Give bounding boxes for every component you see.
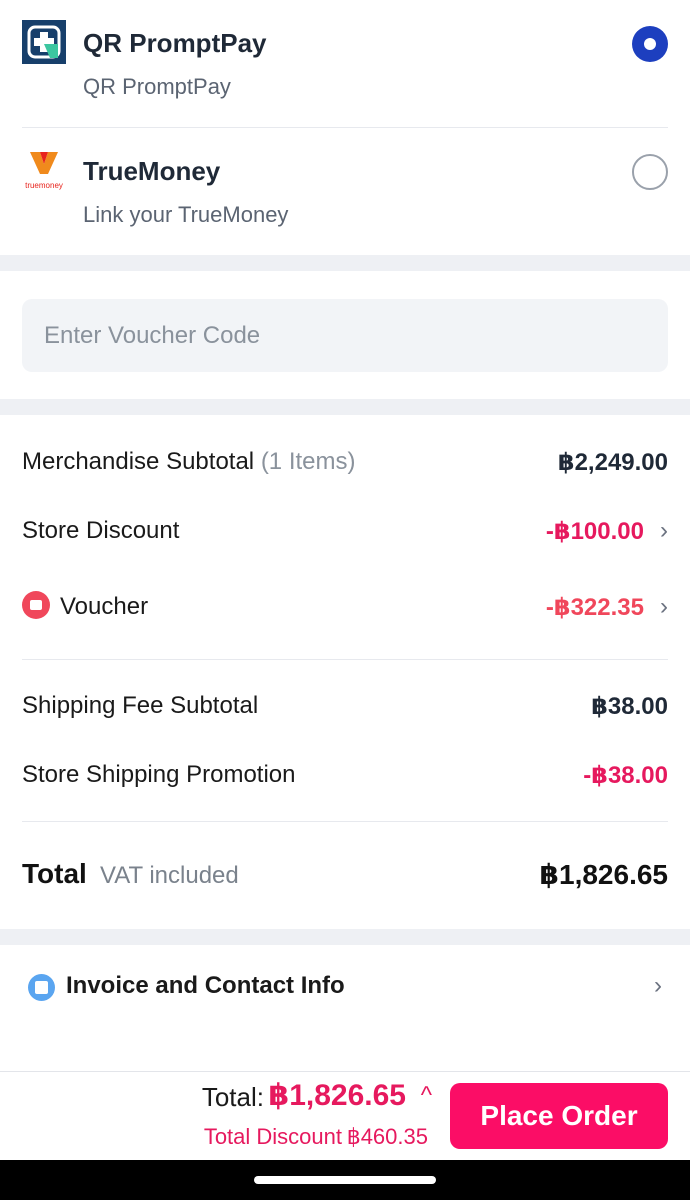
total-value: ฿1,826.65	[539, 859, 668, 890]
payment-option-subtitle: QR PromptPay	[83, 74, 231, 99]
store-discount-row[interactable]: Store Discount -฿100.00 ›	[22, 511, 668, 551]
divider	[22, 821, 668, 822]
chevron-up-icon[interactable]: ^	[421, 1082, 432, 1110]
shipping-promotion-value: -฿38.00	[583, 762, 668, 789]
section-gap	[0, 929, 690, 945]
payment-option-subtitle: Link your TrueMoney	[83, 202, 289, 227]
home-indicator[interactable]	[254, 1176, 436, 1184]
shipping-fee-label: Shipping Fee Subtotal	[22, 692, 259, 719]
truemoney-logo-text: truemoney	[25, 181, 63, 190]
radio-unselected[interactable]	[632, 154, 668, 190]
voucher-value: -฿322.35	[545, 594, 644, 621]
voucher-row[interactable]: Voucher -฿322.35 ›	[22, 587, 668, 627]
checkout-page: QR PromptPay QR PromptPay truemoney True…	[0, 0, 690, 1200]
voucher-label: Voucher	[60, 593, 149, 620]
chevron-right-icon: ›	[660, 517, 668, 544]
divider	[22, 659, 668, 660]
voucher-icon	[22, 591, 50, 619]
shipping-fee-row: Shipping Fee Subtotal ฿38.00	[22, 686, 668, 726]
payment-option-title: TrueMoney	[83, 156, 221, 186]
invoice-contact-label: Invoice and Contact Info	[66, 972, 345, 999]
merchandise-subtotal-label: Merchandise Subtotal	[22, 448, 255, 475]
section-gap	[0, 255, 690, 271]
payment-option-title: QR PromptPay	[83, 28, 267, 58]
radio-selected[interactable]	[632, 26, 668, 62]
shipping-promotion-row: Store Shipping Promotion -฿38.00	[22, 755, 668, 795]
section-gap	[0, 399, 690, 415]
shipping-promotion-label: Store Shipping Promotion	[22, 761, 296, 788]
payment-option-truemoney[interactable]: truemoney TrueMoney Link your TrueMoney	[0, 128, 690, 255]
payment-option-qr-promptpay[interactable]: QR PromptPay QR PromptPay	[0, 0, 690, 127]
bottom-total-value[interactable]: ฿1,826.65	[268, 1078, 406, 1113]
shipping-fee-value: ฿38.00	[591, 693, 668, 720]
truemoney-logo: truemoney	[25, 152, 63, 190]
qr-promptpay-icon	[22, 20, 66, 64]
total-discount-value: ฿460.35	[346, 1124, 428, 1149]
store-discount-label: Store Discount	[22, 517, 180, 544]
chevron-right-icon: ›	[654, 972, 662, 999]
item-count: (1 Items)	[260, 448, 356, 475]
system-navigation-bar	[0, 1160, 690, 1200]
invoice-contact-row[interactable]: Invoice and Contact Info ›	[0, 946, 690, 1026]
total-row: Total VAT included ฿1,826.65	[22, 858, 668, 898]
voucher-code-input[interactable]	[22, 299, 668, 372]
invoice-icon	[28, 974, 55, 1001]
store-discount-value: -฿100.00	[545, 518, 644, 545]
merchandise-subtotal-row: Merchandise Subtotal (1 Items) ฿2,249.00	[22, 442, 668, 482]
total-discount-label: Total Discount	[203, 1124, 342, 1149]
place-order-button[interactable]: Place Order	[450, 1083, 668, 1149]
checkout-bottom-bar: Total: ฿1,826.65 ^ Total Discount ฿460.3…	[0, 1071, 690, 1161]
vat-note: VAT included	[100, 862, 239, 889]
merchandise-subtotal-value: ฿2,249.00	[557, 449, 668, 476]
bottom-total-label: Total:	[201, 1082, 264, 1112]
chevron-right-icon: ›	[660, 593, 668, 620]
total-label: Total	[22, 858, 87, 889]
